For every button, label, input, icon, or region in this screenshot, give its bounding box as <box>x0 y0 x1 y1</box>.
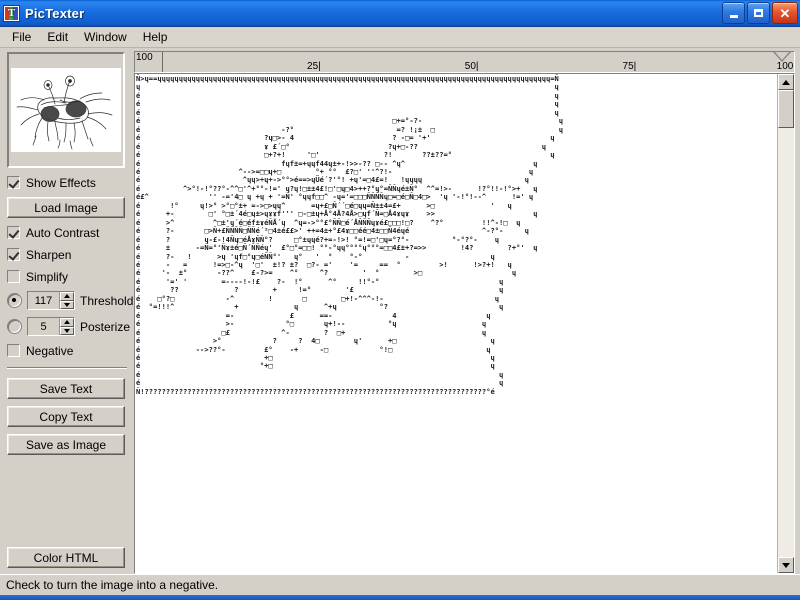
maximize-icon <box>754 9 763 17</box>
vertical-scrollbar[interactable] <box>777 74 794 573</box>
menu-item-file[interactable]: File <box>4 28 39 46</box>
ruler-tick-25: 25| <box>307 61 321 72</box>
negative-row[interactable]: Negative <box>7 343 127 358</box>
threshold-label: Threshold <box>80 293 134 308</box>
window-controls: ✕ <box>722 2 798 24</box>
title-bar: T PicTexter ✕ <box>0 0 800 27</box>
color-html-button[interactable]: Color HTML <box>7 547 125 568</box>
scroll-up-button[interactable] <box>778 74 794 90</box>
ruler-corner-value: 100 <box>135 52 163 72</box>
show-effects-row[interactable]: Show Effects <box>7 175 127 190</box>
simplify-row[interactable]: Simplify <box>7 269 127 284</box>
load-image-button[interactable]: Load Image <box>7 197 125 218</box>
posterize-stepper[interactable]: 5 <box>27 317 75 336</box>
posterize-row[interactable]: 5 Posterize <box>7 317 131 336</box>
negative-label: Negative <box>26 343 74 358</box>
simplify-checkbox[interactable] <box>7 270 20 283</box>
sharpen-label: Sharpen <box>26 247 72 262</box>
threshold-stepper[interactable]: 117 <box>27 291 75 310</box>
image-preview <box>11 68 121 152</box>
controls-sidebar: Show Effects Load Image Auto Contrast Sh… <box>3 51 133 574</box>
menu-item-help[interactable]: Help <box>135 28 176 46</box>
scroll-up-arrow-icon <box>782 79 790 85</box>
threshold-row[interactable]: 117 Threshold <box>7 291 133 310</box>
threshold-radio[interactable] <box>7 293 22 308</box>
scroll-thumb[interactable] <box>778 90 794 128</box>
close-icon: ✕ <box>779 5 791 21</box>
ruler-scale[interactable]: 25| 50| 75| 100 <box>163 52 794 72</box>
flying-spaghetti-monster-drawing <box>16 75 113 150</box>
menu-bar: File Edit Window Help <box>0 27 800 48</box>
app-text-icon: T <box>3 4 20 22</box>
image-preview-frame[interactable] <box>7 52 125 168</box>
negative-checkbox[interactable] <box>7 344 20 357</box>
posterize-value: 5 <box>28 318 60 335</box>
sharpen-checkbox[interactable] <box>7 248 20 261</box>
auto-contrast-label: Auto Contrast <box>26 225 100 240</box>
sharpen-row[interactable]: Sharpen <box>7 247 127 262</box>
minimize-icon <box>729 14 738 18</box>
save-as-image-button[interactable]: Save as Image <box>7 434 125 455</box>
sidebar-divider <box>7 367 127 369</box>
posterize-label: Posterize <box>80 319 131 334</box>
ruler-tick-75: 75| <box>622 61 637 72</box>
auto-contrast-checkbox[interactable] <box>7 226 20 239</box>
status-bar: Check to turn the image into a negative. <box>0 574 800 595</box>
threshold-decrement-icon[interactable] <box>60 300 74 309</box>
scroll-down-button[interactable] <box>778 557 794 573</box>
menu-item-edit[interactable]: Edit <box>39 28 76 46</box>
text-editor: Ñ>ɥ==ɥɥɥɥɥɥɥɥɥɥɥɥɥɥɥɥɥɥɥɥɥɥɥɥɥɥɥɥɥɥɥɥɥɥɥ… <box>134 73 795 574</box>
threshold-increment-icon[interactable] <box>60 292 74 301</box>
scroll-track[interactable] <box>778 90 794 557</box>
status-text: Check to turn the image into a negative. <box>6 578 219 592</box>
ruler-tick-100: 100 <box>776 61 794 72</box>
editor-panel: 100 25| 50| 75| 100 Ñ>ɥ==ɥɥɥɥɥɥɥɥɥɥɥɥɥɥɥ… <box>134 51 797 574</box>
ruler-tick-50: 50| <box>464 61 479 72</box>
ruler-margin-marker-icon[interactable] <box>773 52 791 62</box>
main-body: Show Effects Load Image Auto Contrast Sh… <box>0 48 800 574</box>
scroll-down-arrow-icon <box>782 562 790 568</box>
ascii-art-text[interactable]: Ñ>ɥ==ɥɥɥɥɥɥɥɥɥɥɥɥɥɥɥɥɥɥɥɥɥɥɥɥɥɥɥɥɥɥɥɥɥɥɥ… <box>135 74 777 573</box>
posterize-increment-icon[interactable] <box>60 318 74 327</box>
simplify-label: Simplify <box>26 269 69 284</box>
copy-text-button[interactable]: Copy Text <box>7 406 125 427</box>
minimize-button[interactable] <box>722 2 745 24</box>
posterize-radio[interactable] <box>7 319 22 334</box>
window-bottom-edge <box>0 595 800 600</box>
auto-contrast-row[interactable]: Auto Contrast <box>7 225 127 240</box>
menu-item-window[interactable]: Window <box>76 28 135 46</box>
save-text-button[interactable]: Save Text <box>7 378 125 399</box>
window-title: PicTexter <box>25 5 85 21</box>
threshold-value: 117 <box>28 292 60 309</box>
application-window: T PicTexter ✕ File Edit Window Help Show… <box>0 0 800 600</box>
posterize-decrement-icon[interactable] <box>60 326 74 335</box>
show-effects-checkbox[interactable] <box>7 176 20 189</box>
close-button[interactable]: ✕ <box>772 2 798 24</box>
ruler: 100 25| 50| 75| 100 <box>134 51 795 73</box>
show-effects-label: Show Effects <box>26 175 96 190</box>
maximize-button[interactable] <box>747 2 770 24</box>
